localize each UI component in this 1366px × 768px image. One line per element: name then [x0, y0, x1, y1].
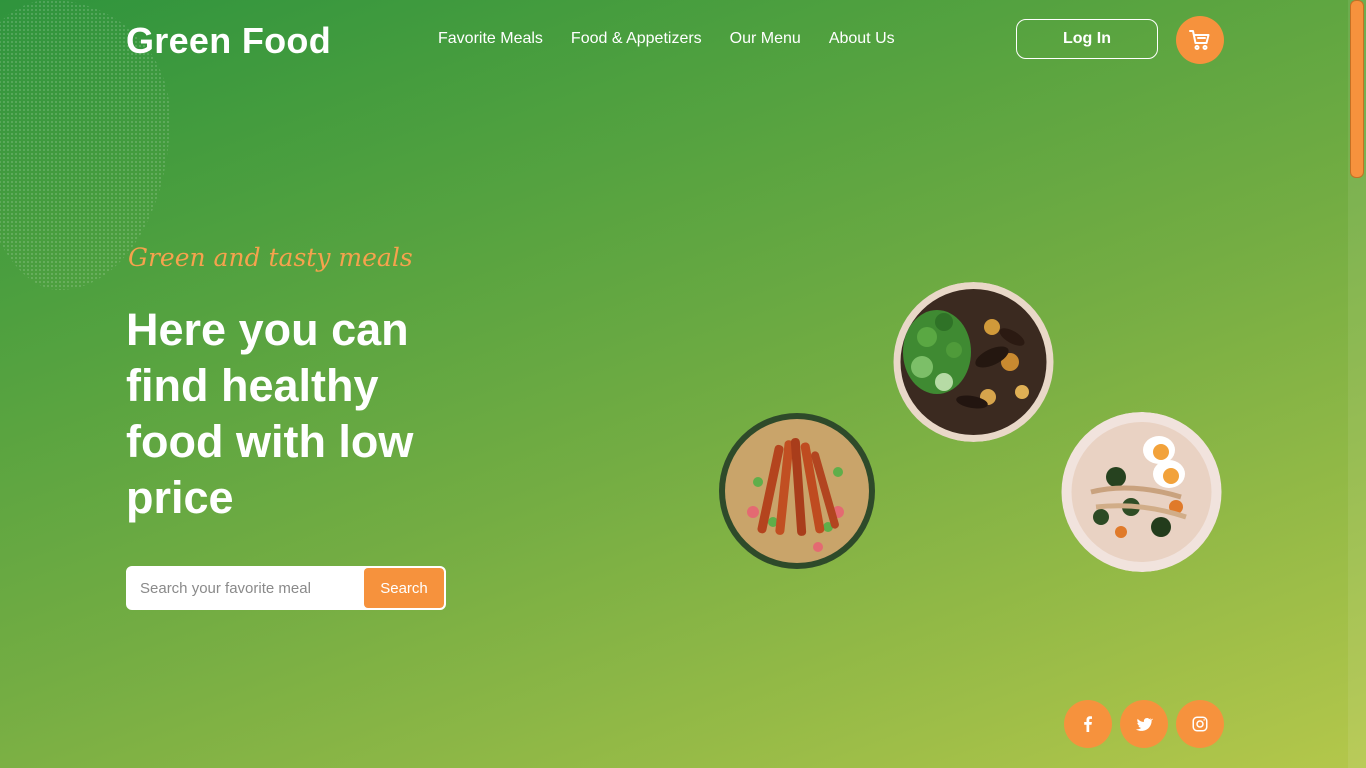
- nav-about-us[interactable]: About Us: [829, 30, 895, 48]
- page-scrollbar[interactable]: [1348, 0, 1366, 768]
- instagram-button[interactable]: [1176, 700, 1224, 748]
- brand-logo[interactable]: Green Food: [126, 20, 331, 62]
- cart-icon: [1189, 30, 1210, 50]
- food-bowl-image: [718, 412, 876, 570]
- main-nav: Favorite Meals Food & Appetizers Our Men…: [438, 30, 895, 48]
- search-button[interactable]: Search: [364, 568, 444, 608]
- search-input[interactable]: [128, 568, 364, 608]
- search-bar: Search: [126, 566, 446, 610]
- nav-our-menu[interactable]: Our Menu: [730, 30, 801, 48]
- facebook-button[interactable]: [1064, 700, 1112, 748]
- nav-favorite-meals[interactable]: Favorite Meals: [438, 30, 543, 48]
- hero-headline: Here you can find healthy food with low …: [126, 304, 414, 523]
- facebook-icon: [1084, 716, 1092, 732]
- cart-button[interactable]: [1176, 16, 1224, 64]
- login-button[interactable]: Log In: [1016, 19, 1158, 59]
- food-bowl-image: [1061, 412, 1222, 572]
- scrollbar-thumb[interactable]: [1350, 0, 1364, 178]
- twitter-icon: [1135, 718, 1153, 731]
- twitter-button[interactable]: [1120, 700, 1168, 748]
- instagram-icon: [1192, 716, 1208, 732]
- landing-page: Green Food Favorite Meals Food & Appetiz…: [0, 0, 1348, 768]
- hero-tagline: Green and tasty meals: [128, 243, 413, 272]
- food-bowl-image: [892, 282, 1055, 442]
- nav-food-appetizers[interactable]: Food & Appetizers: [571, 30, 702, 48]
